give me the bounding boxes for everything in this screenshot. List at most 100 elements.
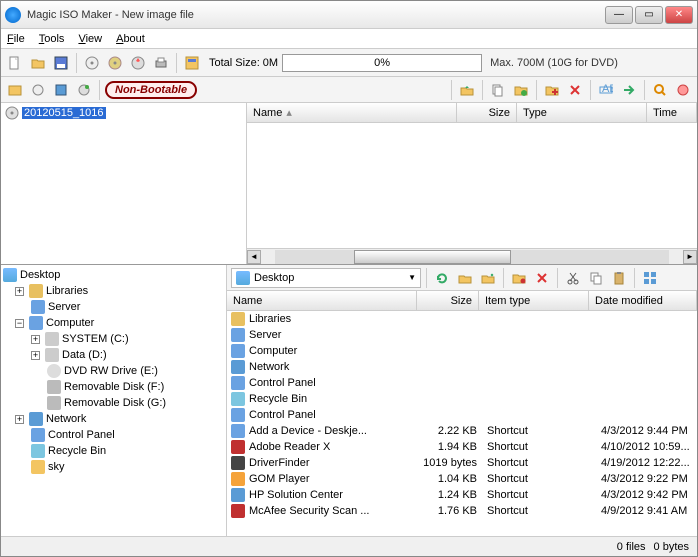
folder-tree[interactable]: Desktop +Libraries Server −Computer +SYS… <box>1 265 227 536</box>
drive-icon <box>45 332 59 346</box>
file-row[interactable]: Network <box>227 359 697 375</box>
file-row[interactable]: Add a Device - Deskje...2.22 KBShortcut4… <box>227 423 697 439</box>
file-row[interactable]: Libraries <box>227 311 697 327</box>
file-row[interactable]: Server <box>227 327 697 343</box>
file-row[interactable]: Computer <box>227 343 697 359</box>
file-row[interactable]: DriverFinder1019 bytesShortcut4/19/2012 … <box>227 455 697 471</box>
close-button[interactable]: ✕ <box>665 6 693 24</box>
tb2-btn4[interactable] <box>74 80 94 100</box>
file-row[interactable]: Control Panel <box>227 407 697 423</box>
scroll-left-icon[interactable]: ◄ <box>247 250 261 264</box>
file-row[interactable]: Recycle Bin <box>227 391 697 407</box>
file-row[interactable]: McAfee Security Scan ...1.76 KBShortcut4… <box>227 503 697 519</box>
libraries-icon <box>29 284 43 298</box>
image-list-hscroll[interactable]: ◄ ► <box>247 248 697 264</box>
view-button[interactable] <box>650 80 670 100</box>
up-folder-button[interactable] <box>457 80 477 100</box>
image-tree-pane[interactable]: 20120515_1016 <box>1 103 247 264</box>
file-icon <box>231 408 245 422</box>
expand-icon[interactable]: + <box>31 351 40 360</box>
image-tree-root[interactable]: 20120515_1016 <box>22 107 106 119</box>
home-button[interactable] <box>478 268 498 288</box>
copy-button[interactable] <box>586 268 606 288</box>
fcol-size[interactable]: Size <box>417 291 479 310</box>
expand-icon[interactable]: + <box>15 415 24 424</box>
file-icon <box>231 456 245 470</box>
path-combobox[interactable]: Desktop ▼ <box>231 268 421 288</box>
up-button[interactable] <box>455 268 475 288</box>
file-row[interactable]: Adobe Reader X1.94 KBShortcut4/10/2012 1… <box>227 439 697 455</box>
window-title: Magic ISO Maker - New image file <box>27 9 605 21</box>
status-bytes: 0 bytes <box>654 541 689 553</box>
total-size-label: Total Size: 0M <box>209 57 278 69</box>
folder-icon <box>31 460 45 474</box>
menu-file[interactable]: File <box>7 33 25 45</box>
col-size[interactable]: Size <box>457 103 517 122</box>
viewmode-button[interactable] <box>640 268 660 288</box>
svg-text:AB: AB <box>602 83 613 95</box>
print-button[interactable] <box>151 53 171 73</box>
cd-button[interactable] <box>82 53 102 73</box>
minimize-button[interactable]: — <box>605 6 633 24</box>
expand-icon[interactable]: + <box>31 335 40 344</box>
menu-view[interactable]: View <box>78 33 102 45</box>
fcol-type[interactable]: Item type <box>479 291 589 310</box>
removable-icon <box>47 396 61 410</box>
newfolder-button[interactable] <box>509 268 529 288</box>
fcol-date[interactable]: Date modified <box>589 291 697 310</box>
extract-button[interactable] <box>619 80 639 100</box>
tb2-btn1[interactable] <box>5 80 25 100</box>
maximize-button[interactable]: ▭ <box>635 6 663 24</box>
file-icon <box>231 424 245 438</box>
col-name[interactable]: Name▴ <box>247 103 457 122</box>
scroll-thumb[interactable] <box>354 250 512 264</box>
add-folder-button[interactable] <box>511 80 531 100</box>
menu-about[interactable]: About <box>116 33 145 45</box>
file-icon <box>231 488 245 502</box>
cut-button[interactable] <box>563 268 583 288</box>
max-size-label: Max. 700M (10G for DVD) <box>490 57 618 69</box>
refresh-button[interactable] <box>432 268 452 288</box>
paste-button[interactable] <box>609 268 629 288</box>
rename-button[interactable]: AB <box>596 80 616 100</box>
file-icon <box>231 440 245 454</box>
file-icon <box>231 328 245 342</box>
new-button[interactable] <box>5 53 25 73</box>
titlebar: Magic ISO Maker - New image file — ▭ ✕ <box>1 1 697 29</box>
delete-button[interactable] <box>565 80 585 100</box>
file-row[interactable]: Control Panel <box>227 375 697 391</box>
file-row[interactable]: GOM Player1.04 KBShortcut4/3/2012 9:22 P… <box>227 471 697 487</box>
delete2-button[interactable] <box>532 268 552 288</box>
fcol-name[interactable]: Name <box>227 291 417 310</box>
image-list-body[interactable] <box>247 123 697 248</box>
dropdown-icon[interactable]: ▼ <box>408 273 416 282</box>
menu-tools[interactable]: Tools <box>39 33 65 45</box>
cd2-button[interactable] <box>105 53 125 73</box>
collapse-icon[interactable]: − <box>15 319 24 328</box>
desktop-icon <box>236 271 250 285</box>
new-folder-button[interactable] <box>542 80 562 100</box>
desktop-icon <box>3 268 17 282</box>
open-button[interactable] <box>28 53 48 73</box>
scroll-right-icon[interactable]: ► <box>683 250 697 264</box>
add-files-button[interactable] <box>488 80 508 100</box>
tb2-btn2[interactable] <box>28 80 48 100</box>
tb2-btn3[interactable] <box>51 80 71 100</box>
file-list-header: Name Size Item type Date modified <box>227 291 697 311</box>
burn-button[interactable] <box>128 53 148 73</box>
file-icon <box>231 376 245 390</box>
props-button[interactable] <box>673 80 693 100</box>
save-button[interactable] <box>51 53 71 73</box>
bootable-toggle[interactable]: Non-Bootable <box>105 81 197 99</box>
cpanel-icon <box>31 428 45 442</box>
secondary-toolbar: Non-Bootable AB <box>1 77 697 103</box>
file-icon <box>231 472 245 486</box>
file-row[interactable]: HP Solution Center1.24 KBShortcut4/3/201… <box>227 487 697 503</box>
expand-icon[interactable]: + <box>15 287 24 296</box>
computer-icon <box>29 316 43 330</box>
col-type[interactable]: Type <box>517 103 647 122</box>
col-time[interactable]: Time <box>647 103 697 122</box>
main-toolbar: Total Size: 0M 0% Max. 700M (10G for DVD… <box>1 49 697 77</box>
options-button[interactable] <box>182 53 202 73</box>
file-list-body[interactable]: LibrariesServerComputerNetworkControl Pa… <box>227 311 697 536</box>
